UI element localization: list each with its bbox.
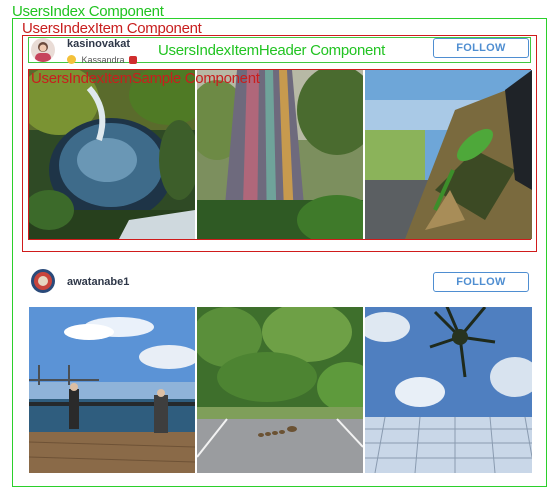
heart-emoji-icon [128,55,137,64]
follow-button[interactable]: FOLLOW [433,38,529,58]
users-index-item-sample-label: UsersIndexItemSample Component [31,70,260,87]
follow-button[interactable]: FOLLOW [433,272,529,292]
users-index-item-header-label: UsersIndexItemHeader Component [158,42,385,59]
avatar[interactable] [31,38,55,62]
users-index-label: UsersIndex Component [12,3,164,20]
photo-ducklings[interactable] [197,307,363,473]
photo-waterfall[interactable] [29,70,195,239]
photo-rainbow-eucalyptus[interactable] [197,70,363,239]
users-index-item-label: UsersIndexItem Component [22,20,202,37]
photo-bay-bridge-pier[interactable] [29,307,195,473]
username-link[interactable]: awatanabe1 [67,276,129,288]
smile-emoji-icon [67,55,76,65]
display-name: Kassandra [81,54,125,65]
subname-row: Kassandra [67,51,137,65]
photo-lizard-camo[interactable] [365,70,532,239]
avatar[interactable] [31,269,55,293]
username-link[interactable]: kasinovakat [67,38,130,50]
photo-palm-glass-roof[interactable] [365,307,532,473]
